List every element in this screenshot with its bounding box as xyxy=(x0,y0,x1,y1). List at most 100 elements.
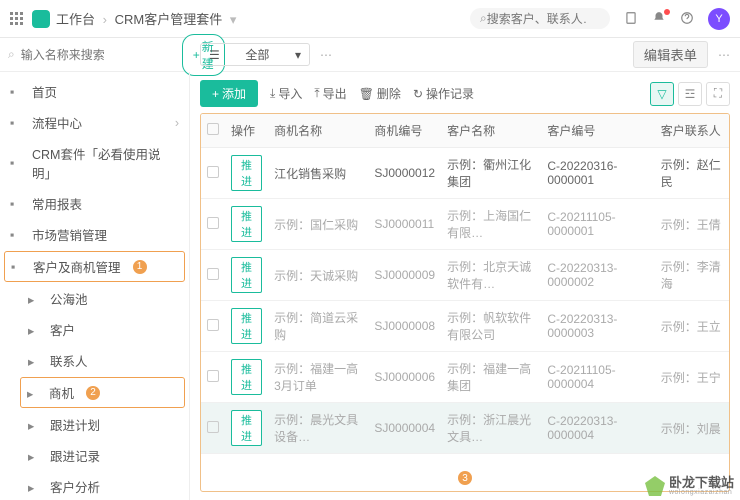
callout-2: 2 xyxy=(86,386,100,400)
cell-name: 江化销售采购 xyxy=(268,148,368,199)
cell-code: SJ0000011 xyxy=(368,199,441,250)
sidebar-item-1[interactable]: ▪流程中心› xyxy=(0,107,189,138)
app-grid-icon[interactable] xyxy=(10,12,24,26)
sidebar-search-input[interactable] xyxy=(21,48,176,62)
workspace-icon xyxy=(32,10,50,28)
sidebar-item-10[interactable]: ▸ 跟进计划 xyxy=(0,409,189,440)
sidebar-item-12[interactable]: ▸客户分析 xyxy=(0,471,189,500)
sidebar-item-3[interactable]: ▪常用报表 xyxy=(0,188,189,219)
sidebar-item-label: 客户 xyxy=(50,320,75,339)
nav-icon: ▸ xyxy=(28,480,42,494)
col-header-0[interactable] xyxy=(201,114,225,148)
nav-icon: ▸ xyxy=(28,418,42,432)
promote-button[interactable]: 推进 xyxy=(231,206,262,242)
nav-icon: ▪ xyxy=(10,85,24,99)
nav-icon: ▸ xyxy=(27,386,41,400)
sidebar-item-label: 联系人 xyxy=(50,351,88,370)
table-row[interactable]: 推进示例：简道云采购SJ0000008示例：帆软软件有限公司C-20220313… xyxy=(201,301,729,352)
columns-icon[interactable]: ☲ xyxy=(678,82,702,106)
add-button[interactable]: + 添加 xyxy=(200,80,258,107)
avatar[interactable]: Y xyxy=(708,8,730,30)
sidebar-item-4[interactable]: ▪市场营销管理 xyxy=(0,219,189,250)
cell-name: 示例：晨光文具设备… xyxy=(268,403,368,454)
promote-button[interactable]: 推进 xyxy=(231,410,262,446)
bell-icon[interactable] xyxy=(652,11,668,27)
sidebar-item-0[interactable]: ▪首页 xyxy=(0,76,189,107)
import-button[interactable]: ⤓ 导入 xyxy=(270,85,302,102)
cell-custcode: C-20211105-0000001 xyxy=(541,199,654,250)
col-header-2[interactable]: 商机名称 xyxy=(268,114,368,148)
cell-custcode: C-20220316-0000001 xyxy=(541,148,654,199)
sidebar-item-label: 市场营销管理 xyxy=(32,225,107,244)
sidebar-item-7[interactable]: ▸ 客户 xyxy=(0,314,189,345)
sidebar-item-6[interactable]: ▸公海池 xyxy=(0,283,189,314)
cell-contact: 示例：刘晨 xyxy=(655,403,729,454)
filter-icon[interactable]: ▽ xyxy=(650,82,674,106)
delete-button[interactable]: 🗑 删除 xyxy=(359,85,401,102)
row-checkbox[interactable] xyxy=(207,421,219,433)
sidebar-item-11[interactable]: ▸ 跟进记录 xyxy=(0,440,189,471)
cell-custcode: C-20220313-0000003 xyxy=(541,301,654,352)
table-row[interactable]: 推进示例：国仁采购SJ0000011示例：上海国仁有限…C-20211105-0… xyxy=(201,199,729,250)
sidebar-item-label: 客户及商机管理 xyxy=(33,257,121,276)
row-checkbox[interactable] xyxy=(207,370,219,382)
col-header-6[interactable]: 客户联系人 xyxy=(655,114,729,148)
cell-code: SJ0000004 xyxy=(368,403,441,454)
row-checkbox[interactable] xyxy=(207,166,219,178)
row-checkbox[interactable] xyxy=(207,268,219,280)
global-search-input[interactable] xyxy=(487,12,587,26)
table-row[interactable]: 推进示例：福建一高3月订单SJ0000006示例：福建一高集团C-2021110… xyxy=(201,352,729,403)
help-icon[interactable] xyxy=(680,11,696,27)
sidebar-item-label: 常用报表 xyxy=(32,194,82,213)
sidebar-item-label: CRM套件「必看使用说明」 xyxy=(32,144,179,182)
content: + 添加 ⤓ 导入 ⤒ 导出 🗑 删除 ↻ 操作记录 ▽ ☲ ⛶ 操作商机名称商… xyxy=(190,72,740,500)
sidebar: ▪首页▪流程中心›▪CRM套件「必看使用说明」▪常用报表▪市场营销管理▪客户及商… xyxy=(0,72,190,500)
col-header-5[interactable]: 客户编号 xyxy=(541,114,654,148)
cell-contact: 示例：王宁 xyxy=(655,352,729,403)
row-checkbox[interactable] xyxy=(207,319,219,331)
watermark-logo xyxy=(645,476,665,496)
table-row[interactable]: 推进江化销售采购SJ0000012示例：衢州江化集团C-20220316-000… xyxy=(201,148,729,199)
sidebar-item-9[interactable]: ▸ 商机 2 xyxy=(20,377,185,408)
crumb-app[interactable]: CRM客户管理套件 xyxy=(115,12,223,27)
sidebar-item-5[interactable]: ▪客户及商机管理1 xyxy=(4,251,185,282)
checkbox-all[interactable] xyxy=(207,123,219,135)
notebook-icon[interactable] xyxy=(624,11,640,27)
promote-button[interactable]: 推进 xyxy=(231,257,262,293)
log-button[interactable]: ↻ 操作记录 xyxy=(413,85,474,102)
cell-name: 示例：福建一高3月订单 xyxy=(268,352,368,403)
sidebar-item-label: 跟进计划 xyxy=(50,415,100,434)
sidebar-item-label: 跟进记录 xyxy=(50,446,100,465)
sidebar-item-8[interactable]: ▸ 联系人 xyxy=(0,345,189,376)
col-header-3[interactable]: 商机编号 xyxy=(368,114,441,148)
view-selector[interactable]: ☰ 全部 ▾ xyxy=(200,43,310,66)
sidebar-item-2[interactable]: ▪CRM套件「必看使用说明」 xyxy=(0,138,189,188)
nav-icon: ▸ xyxy=(28,323,42,337)
cell-cust: 示例：衢州江化集团 xyxy=(441,148,541,199)
table-row[interactable]: 推进示例：晨光文具设备…SJ0000004示例：浙江晨光文具…C-2022031… xyxy=(201,403,729,454)
expand-icon[interactable]: ⛶ xyxy=(706,82,730,106)
cell-code: SJ0000012 xyxy=(368,148,441,199)
promote-button[interactable]: 推进 xyxy=(231,155,262,191)
more-icon[interactable]: ⋯ xyxy=(320,48,332,62)
table: 操作商机名称商机编号客户名称客户编号客户联系人 推进江化销售采购SJ000001… xyxy=(200,113,730,492)
promote-button[interactable]: 推进 xyxy=(231,359,262,395)
promote-button[interactable]: 推进 xyxy=(231,308,262,344)
export-button[interactable]: ⤒ 导出 xyxy=(314,85,346,102)
sidebar-item-label: 商机 xyxy=(49,383,74,402)
nav-icon: ▸ xyxy=(28,354,42,368)
col-header-1[interactable]: 操作 xyxy=(225,114,268,148)
crumb-workspace[interactable]: 工作台 xyxy=(56,12,95,27)
cell-contact: 示例：李清海 xyxy=(655,250,729,301)
row-checkbox[interactable] xyxy=(207,217,219,229)
edit-form-button[interactable]: 编辑表单 xyxy=(633,41,708,68)
more-icon[interactable]: ⋯ xyxy=(718,48,730,62)
cell-cust: 示例：帆软软件有限公司 xyxy=(441,301,541,352)
cell-name: 示例：国仁采购 xyxy=(268,199,368,250)
col-header-4[interactable]: 客户名称 xyxy=(441,114,541,148)
cell-name: 示例：简道云采购 xyxy=(268,301,368,352)
global-search[interactable]: ⌕ xyxy=(470,8,610,29)
table-row[interactable]: 推进示例：天诚采购SJ0000009示例：北京天诚软件有…C-20220313-… xyxy=(201,250,729,301)
nav-icon: ▸ xyxy=(28,449,42,463)
list-icon: ☰ xyxy=(209,48,220,62)
